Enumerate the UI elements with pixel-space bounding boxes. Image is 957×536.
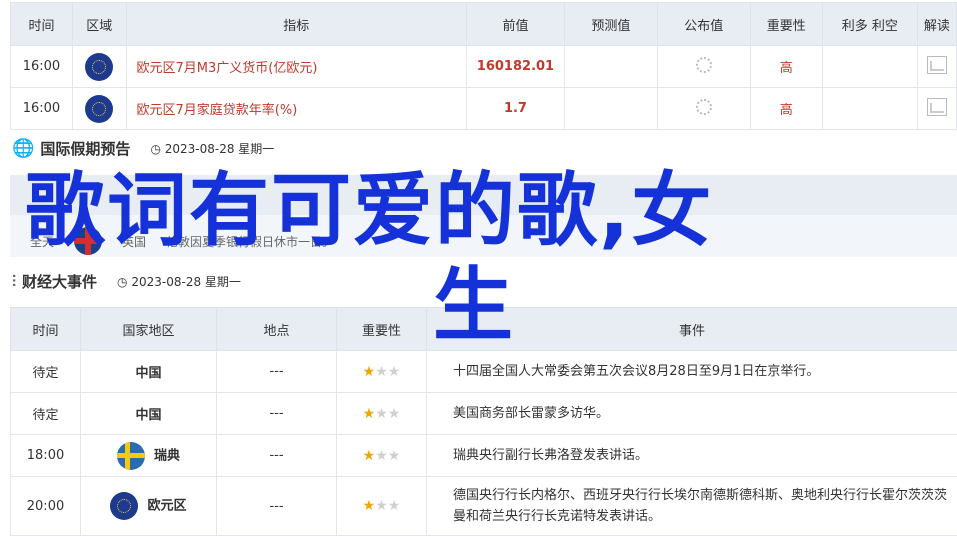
col-impact: 利多 利空 (822, 3, 917, 46)
overlay-title: 歌词有可爱的歌,女 生 (25, 163, 925, 353)
row-prev: 160182.01 (466, 46, 564, 88)
table-row[interactable]: 16:00 欧元区7月家庭贷款年率(%) 1.7 高 (11, 88, 957, 130)
event-region: 瑞典 (154, 448, 180, 463)
star-icon: ★ (388, 406, 401, 422)
row-time: 16:00 (11, 46, 73, 88)
star-icon: ★ (363, 364, 376, 380)
event-time: 待定 (11, 351, 81, 393)
star-rating: ★★★ (337, 393, 427, 435)
event-place: --- (217, 393, 337, 435)
star-rating: ★★★ (337, 351, 427, 393)
star-icon: ★ (388, 364, 401, 380)
col-region: 区域 (72, 3, 126, 46)
event-text: 美国商务部长雷蒙多访华。 (427, 393, 957, 435)
event-text: 瑞典央行副行长弗洛登发表讲话。 (427, 435, 957, 477)
table-row: 待定 中国 --- ★★★ 美国商务部长雷蒙多访华。 (11, 393, 957, 435)
event-region: 中国 (81, 393, 217, 435)
indicator-header-row: 时间 区域 指标 前值 预测值 公布值 重要性 利多 利空 解读 (11, 3, 957, 46)
loading-icon (696, 99, 712, 115)
sweden-flag-icon (117, 442, 145, 470)
row-prev: 1.7 (466, 88, 564, 130)
star-icon: ★ (375, 448, 388, 464)
col-forecast: 预测值 (564, 3, 657, 46)
table-row: 18:00 瑞典 --- ★★★ 瑞典央行副行长弗洛登发表讲话。 (11, 435, 957, 477)
event-time: 待定 (11, 393, 81, 435)
star-icon: ★ (363, 448, 376, 464)
overlay-line1: 歌词有可爱的歌,女 (25, 163, 925, 258)
chart-icon[interactable] (927, 56, 947, 74)
star-rating: ★★★ (337, 435, 427, 477)
col-analysis: 解读 (917, 3, 956, 46)
row-importance: 高 (750, 88, 822, 130)
event-place: --- (217, 351, 337, 393)
col-actual: 公布值 (657, 3, 750, 46)
event-region: 中国 (81, 351, 217, 393)
eu-flag-icon (85, 95, 113, 123)
row-importance: 高 (750, 46, 822, 88)
star-icon: ★ (363, 498, 376, 514)
table-row: 待定 中国 --- ★★★ 十四届全国人大常委会第五次会议8月28日至9月1日在… (11, 351, 957, 393)
star-icon: ★ (375, 498, 388, 514)
row-indicator[interactable]: 欧元区7月家庭贷款年率(%) (126, 88, 466, 130)
eu-flag-icon (110, 492, 138, 520)
loading-icon (696, 57, 712, 73)
row-time: 16:00 (11, 88, 73, 130)
star-icon: ★ (375, 406, 388, 422)
event-time: 18:00 (11, 435, 81, 477)
holiday-section-header: 🌐 国际假期预告 ◷ 2023-08-28 星期一 (12, 138, 274, 159)
clock-icon: ◷ (150, 142, 160, 156)
globe-icon: 🌐 (12, 138, 34, 159)
eu-flag-icon (85, 53, 113, 81)
indicator-table: 时间 区域 指标 前值 预测值 公布值 重要性 利多 利空 解读 16:00 欧… (10, 2, 957, 130)
event-text: 十四届全国人大常委会第五次会议8月28日至9月1日在京举行。 (427, 351, 957, 393)
sliders-icon: ⫶ (12, 272, 16, 292)
section-title: 国际假期预告 (40, 138, 130, 159)
star-icon: ★ (375, 364, 388, 380)
col-time: 时间 (11, 3, 73, 46)
event-region: 欧元区 (148, 499, 187, 514)
star-icon: ★ (388, 498, 401, 514)
section-date: 2023-08-28 星期一 (165, 142, 275, 156)
col-prev: 前值 (466, 3, 564, 46)
table-row[interactable]: 16:00 欧元区7月M3广义货币(亿欧元) 160182.01 高 (11, 46, 957, 88)
event-place: --- (217, 435, 337, 477)
star-icon: ★ (388, 448, 401, 464)
star-icon: ★ (363, 406, 376, 422)
row-indicator[interactable]: 欧元区7月M3广义货币(亿欧元) (126, 46, 466, 88)
col-importance: 重要性 (750, 3, 822, 46)
overlay-line2: 生 (25, 258, 925, 353)
chart-icon[interactable] (927, 98, 947, 116)
col-indicator: 指标 (126, 3, 466, 46)
